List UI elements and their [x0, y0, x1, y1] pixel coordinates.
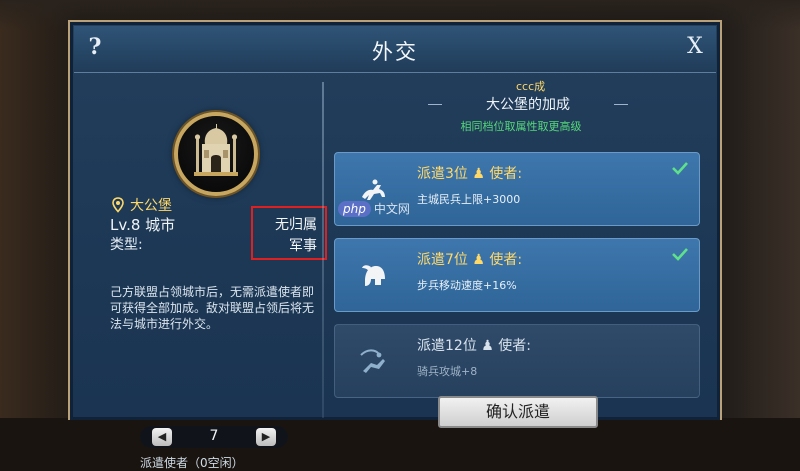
- bonus-panel: ccc成 大公堡的加成 相同档位取属性取更高级 派遣3位 ♟ 使者: 主城民兵上…: [328, 74, 714, 428]
- watermark-brand: php: [338, 200, 371, 217]
- bonus-subtitle: 相同档位取属性取更高级: [460, 120, 582, 133]
- diplomacy-panel: ? 外交 X 大公堡 Lv.8 城市 类型: 无归属 军事 己方联盟占领城市后，…: [68, 20, 722, 470]
- city-emblem: [174, 112, 258, 196]
- envoy-stepper[interactable]: ◀ 7 ▶: [140, 426, 288, 448]
- archer-icon: [360, 349, 385, 373]
- city-owner: 无归属: [275, 217, 317, 233]
- confirm-dispatch-button[interactable]: 确认派遣: [438, 396, 598, 428]
- bonus-tier-7[interactable]: 派遣7位 ♟ 使者: 步兵移动速度+16%: [334, 238, 700, 312]
- right-arrow-icon[interactable]: ▶: [256, 428, 276, 446]
- tier-title: 派遣7位: [417, 252, 468, 268]
- bonus-tier-12[interactable]: 派遣12位 ♟ 使者: 骑兵攻城+8: [334, 324, 700, 398]
- location-pin-icon: [112, 197, 124, 213]
- tier-title-suffix: 使者:: [489, 252, 523, 268]
- window-title: 外交: [372, 40, 418, 64]
- owner-highlight-box: 无归属 军事: [251, 206, 327, 260]
- envoy-group-icon: ♟: [472, 252, 485, 268]
- tier-title: 派遣12位: [417, 338, 477, 354]
- tier-effect: 骑兵攻城+8: [417, 365, 478, 378]
- envoy-group-icon: ♟: [481, 338, 494, 354]
- close-button[interactable]: X: [682, 34, 708, 64]
- watermark-site: 中文网: [373, 202, 410, 216]
- city-name: 大公堡: [130, 198, 172, 214]
- city-type-label: 类型:: [110, 237, 143, 253]
- tier-title-suffix: 使者:: [498, 338, 532, 354]
- tier-title: 派遣3位: [417, 166, 468, 182]
- tier-title-suffix: 使者:: [489, 166, 523, 182]
- check-icon: [672, 162, 688, 175]
- helmet-icon: [362, 265, 385, 286]
- overlay-code: ccc成: [516, 80, 546, 93]
- city-type-value: 军事: [289, 238, 317, 254]
- title-bar: ? 外交 X: [74, 26, 716, 73]
- city-level: Lv.8 城市: [110, 216, 176, 234]
- tier-effect: 主城民兵上限+3000: [417, 193, 521, 206]
- palace-icon: [194, 124, 238, 176]
- bonus-title: 大公堡的加成: [486, 97, 570, 113]
- bonus-title-row: 大公堡的加成: [428, 94, 628, 116]
- city-description: 己方联盟占领城市后，无需派遣使者即可获得全部加成。敌对联盟占领后将无法与城市进行…: [110, 285, 315, 331]
- city-name-row: 大公堡: [110, 195, 172, 215]
- envoy-group-icon: ♟: [472, 166, 485, 182]
- watermark: php 中文网: [338, 200, 410, 217]
- tier-effect: 步兵移动速度+16%: [417, 279, 517, 292]
- city-info-panel: 大公堡 Lv.8 城市 类型: 无归属 军事 己方联盟占领城市后，无需派遣使者即…: [74, 74, 327, 470]
- check-icon: [672, 248, 688, 261]
- envoy-count-label: 派遣使者（0空闲）: [140, 456, 244, 470]
- column-divider: [322, 82, 324, 418]
